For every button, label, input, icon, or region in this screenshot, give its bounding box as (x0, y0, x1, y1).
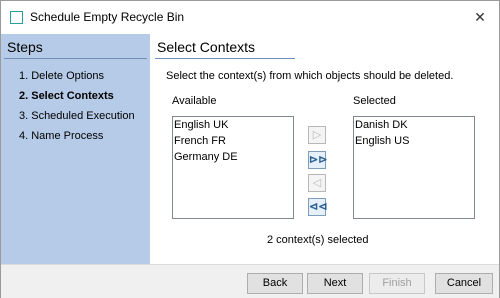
step-name-process: 4. Name Process (19, 130, 104, 142)
button-bar: Back Next Finish Cancel (1, 264, 499, 298)
cancel-button[interactable]: Cancel (435, 273, 493, 294)
steps-divider (4, 58, 147, 59)
selected-label: Selected (353, 95, 396, 107)
back-button[interactable]: Back (247, 273, 303, 294)
next-button[interactable]: Next (307, 273, 363, 294)
step-delete-options: 1. Delete Options (19, 70, 104, 82)
dialog-window: Schedule Empty Recycle Bin ✕ Steps 1. De… (0, 0, 500, 298)
window-title: Schedule Empty Recycle Bin (30, 10, 185, 24)
step-select-contexts: 2. Select Contexts (19, 90, 114, 102)
remove-all-button[interactable]: ⊲⊲ (308, 198, 328, 216)
title-divider (155, 58, 295, 59)
list-item[interactable]: English US (354, 133, 474, 149)
add-all-button[interactable]: ⊳⊳ (308, 151, 328, 169)
list-item[interactable]: Germany DE (173, 149, 293, 165)
remove-button[interactable]: ◁ (308, 174, 326, 192)
double-arrow-left-icon: ⊲⊲ (309, 201, 328, 213)
step-scheduled-execution: 3. Scheduled Execution (19, 110, 135, 122)
selection-count: 2 context(s) selected (267, 234, 369, 246)
add-button[interactable]: ▷ (308, 126, 326, 144)
title-bar: Schedule Empty Recycle Bin ✕ (1, 1, 499, 34)
double-arrow-right-icon: ⊳⊳ (309, 154, 328, 166)
available-label: Available (172, 95, 217, 107)
list-item[interactable]: Danish DK (354, 117, 474, 133)
page-title: Select Contexts (157, 39, 256, 55)
available-list[interactable]: English UK French FR Germany DE (172, 116, 294, 219)
finish-button[interactable]: Finish (369, 273, 425, 294)
selected-list[interactable]: Danish DK English US (353, 116, 475, 219)
steps-panel: Steps 1. Delete Options 2. Select Contex… (1, 34, 150, 264)
list-item[interactable]: French FR (173, 133, 293, 149)
instruction-text: Select the context(s) from which objects… (166, 70, 454, 82)
steps-title: Steps (7, 39, 43, 55)
app-icon (10, 11, 23, 24)
arrow-right-icon: ▷ (312, 129, 322, 141)
close-button[interactable]: ✕ (469, 7, 491, 27)
arrow-left-icon: ◁ (312, 177, 322, 189)
list-item[interactable]: English UK (173, 117, 293, 133)
main-content: Select Contexts Select the context(s) fr… (150, 34, 499, 264)
